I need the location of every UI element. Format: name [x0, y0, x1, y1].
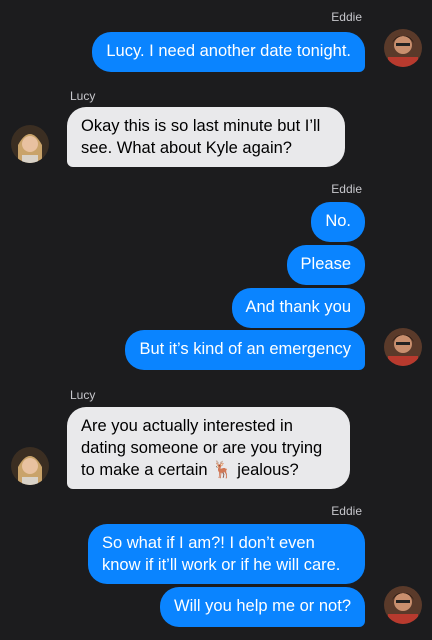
- message-bubble[interactable]: Okay this is so last minute but I’ll see…: [67, 107, 345, 167]
- message-bubble[interactable]: So what if I am?! I don’t even know if i…: [88, 524, 365, 584]
- avatar-eddie[interactable]: [384, 586, 422, 624]
- message-bubble[interactable]: Will you help me or not?: [160, 587, 365, 627]
- avatar-lucy[interactable]: [11, 125, 49, 163]
- sender-name-lucy: Lucy: [70, 388, 96, 402]
- sender-name-eddie: Eddie: [331, 504, 362, 518]
- message-bubble[interactable]: Lucy. I need another date tonight.: [92, 32, 365, 72]
- avatar-lucy[interactable]: [11, 447, 49, 485]
- sender-name-lucy: Lucy: [70, 89, 96, 103]
- avatar-eddie[interactable]: [384, 328, 422, 366]
- message-bubble[interactable]: No.: [311, 202, 365, 242]
- sender-name-eddie: Eddie: [331, 182, 362, 196]
- message-bubble[interactable]: Are you actually interested in dating so…: [67, 407, 350, 489]
- message-bubble[interactable]: Please: [286, 245, 365, 285]
- message-bubble[interactable]: But it’s kind of an emergency: [125, 330, 365, 370]
- avatar-eddie[interactable]: [384, 29, 422, 67]
- message-bubble[interactable]: And thank you: [231, 288, 365, 328]
- chat-thread[interactable]: Eddie Lucy. I need another date tonight.…: [0, 0, 432, 640]
- sender-name-eddie: Eddie: [331, 10, 362, 24]
